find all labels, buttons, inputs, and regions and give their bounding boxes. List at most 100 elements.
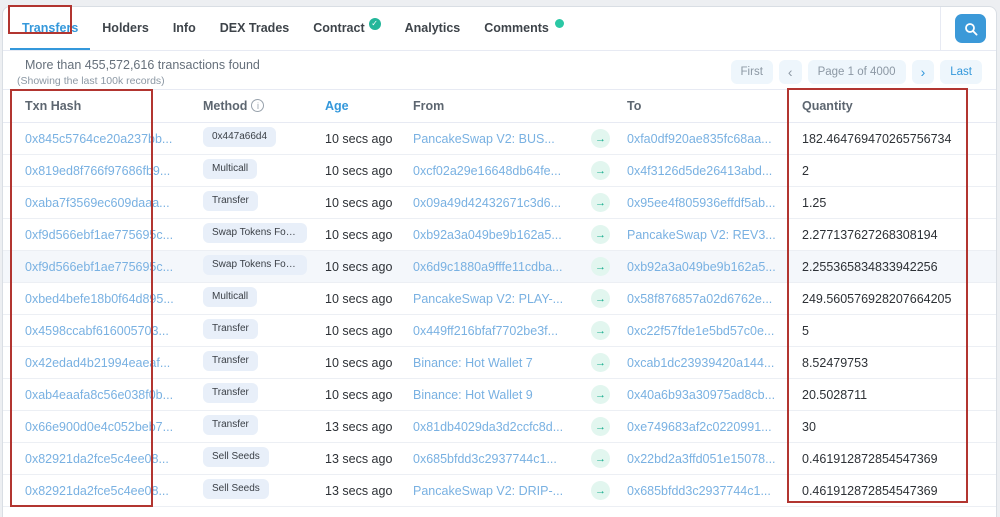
tab-transfers[interactable]: Transfers <box>10 7 90 50</box>
quantity-value: 1.25 <box>789 187 996 219</box>
age-value: 10 secs ago <box>315 379 403 411</box>
to-address-link[interactable]: 0x95ee4f805936effdf5ab... <box>627 196 776 210</box>
last-page-button[interactable]: Last <box>940 60 982 84</box>
verified-check-icon: ✓ <box>369 18 381 30</box>
method-badge: 0x447a66d4 <box>203 127 276 147</box>
toolbar: More than 455,572,616 transactions found… <box>3 51 996 89</box>
transfers-table: Txn Hash Methodi Age From To Quantity 0x… <box>3 89 996 507</box>
txn-hash-link[interactable]: 0x66e900d0e4c052beb7... <box>25 420 173 434</box>
from-address-link[interactable]: 0x449ff216bfaf7702be3f... <box>413 324 558 338</box>
pagination: First ‹ Page 1 of 4000 › Last <box>731 60 982 84</box>
tab-comments[interactable]: Comments <box>472 7 576 50</box>
quantity-value: 0.461912872854547369 <box>789 443 996 475</box>
from-address-link[interactable]: PancakeSwap V2: BUS... <box>413 132 555 146</box>
tab-contract[interactable]: Contract ✓ <box>301 7 392 50</box>
transfer-direction-icon: → <box>591 353 610 372</box>
transfer-direction-icon: → <box>591 417 610 436</box>
unread-indicator-dot <box>555 19 564 28</box>
table-row: 0x82921da2fce5c4ee08... Sell Seeds 13 se… <box>3 443 996 475</box>
quantity-value: 30 <box>789 411 996 443</box>
method-badge: Sell Seeds <box>203 479 269 499</box>
from-address-link[interactable]: Binance: Hot Wallet 7 <box>413 356 533 370</box>
from-address-link[interactable]: 0x81db4029da3d2ccfc8d... <box>413 420 563 434</box>
method-badge: Transfer <box>203 351 258 371</box>
quantity-value: 2.277137627268308194 <box>789 219 996 251</box>
age-value: 10 secs ago <box>315 155 403 187</box>
from-address-link[interactable]: 0xb92a3a049be9b162a5... <box>413 228 562 242</box>
quantity-value: 20.5028711 <box>789 379 996 411</box>
to-address-link[interactable]: 0xe749683af2c0220991... <box>627 420 772 434</box>
from-address-link[interactable]: Binance: Hot Wallet 9 <box>413 388 533 402</box>
txn-hash-link[interactable]: 0xaba7f3569ec609daaa... <box>25 196 170 210</box>
search-button[interactable] <box>955 14 986 43</box>
transfer-direction-icon: → <box>591 449 610 468</box>
search-zone <box>940 7 996 50</box>
txn-hash-link[interactable]: 0x82921da2fce5c4ee08... <box>25 452 169 466</box>
txn-hash-link[interactable]: 0x82921da2fce5c4ee08... <box>25 484 169 498</box>
to-address-link[interactable]: 0x685bfdd3c2937744c1... <box>627 484 771 498</box>
age-value: 10 secs ago <box>315 315 403 347</box>
header-from: From <box>403 90 581 123</box>
from-address-link[interactable]: 0xcf02a29e16648db64fe... <box>413 164 561 178</box>
table-row: 0x82921da2fce5c4ee08... Sell Seeds 13 se… <box>3 475 996 507</box>
to-address-link[interactable]: PancakeSwap V2: REV3... <box>627 228 776 242</box>
prev-page-button[interactable]: ‹ <box>779 60 802 84</box>
header-arrow-spacer <box>581 90 617 123</box>
txn-hash-link[interactable]: 0x845c5764ce20a237bb... <box>25 132 172 146</box>
age-sort-link[interactable]: Age <box>325 99 349 113</box>
from-address-link[interactable]: 0x09a49d42432671c3d6... <box>413 196 561 210</box>
age-value: 10 secs ago <box>315 219 403 251</box>
method-badge: Multicall <box>203 159 257 179</box>
header-age: Age <box>315 90 403 123</box>
info-icon[interactable]: i <box>251 99 264 112</box>
from-address-link[interactable]: 0x6d9c1880a9fffe11cdba... <box>413 260 562 274</box>
txn-hash-link[interactable]: 0x819ed8f766f97686fb9... <box>25 164 170 178</box>
page-indicator: Page 1 of 4000 <box>808 60 906 84</box>
tab-analytics[interactable]: Analytics <box>393 7 473 50</box>
txn-hash-link[interactable]: 0xab4eaafa8c56e038f0b... <box>25 388 173 402</box>
table-row: 0xf9d566ebf1ae775695c... Swap Tokens For… <box>3 219 996 251</box>
age-value: 10 secs ago <box>315 347 403 379</box>
txn-hash-link[interactable]: 0xf9d566ebf1ae775695c... <box>25 260 173 274</box>
age-value: 13 secs ago <box>315 411 403 443</box>
to-address-link[interactable]: 0x40a6b93a30975ad8cb... <box>627 388 775 402</box>
header-txn-hash: Txn Hash <box>3 90 193 123</box>
to-address-link[interactable]: 0x58f876857a02d6762e... <box>627 292 772 306</box>
txn-hash-link[interactable]: 0xf9d566ebf1ae775695c... <box>25 228 173 242</box>
tab-holders[interactable]: Holders <box>90 7 161 50</box>
next-page-button[interactable]: › <box>912 60 935 84</box>
to-address-link[interactable]: 0xb92a3a049be9b162a5... <box>627 260 776 274</box>
search-icon <box>964 22 978 36</box>
txn-hash-link[interactable]: 0xbed4befe18b0f64d895... <box>25 292 174 306</box>
to-address-link[interactable]: 0xfa0df920ae835fc68aa... <box>627 132 772 146</box>
from-address-link[interactable]: 0x685bfdd3c2937744c1... <box>413 452 557 466</box>
tab-dex-trades[interactable]: DEX Trades <box>208 7 301 50</box>
method-badge: Sell Seeds <box>203 447 269 467</box>
method-badge: Swap Tokens For ... <box>203 255 307 275</box>
from-address-link[interactable]: PancakeSwap V2: PLAY-... <box>413 292 563 306</box>
to-address-link[interactable]: 0xc22f57fde1e5bd57c0e... <box>627 324 774 338</box>
table-header-row: Txn Hash Methodi Age From To Quantity <box>3 90 996 123</box>
table-row: 0x845c5764ce20a237bb... 0x447a66d4 10 se… <box>3 123 996 155</box>
txn-hash-link[interactable]: 0x42edad4b21994eaeaf... <box>25 356 170 370</box>
results-summary: More than 455,572,616 transactions found… <box>17 58 260 87</box>
to-address-link[interactable]: 0x4f3126d5de26413abd... <box>627 164 772 178</box>
to-address-link[interactable]: 0x22bd2a3ffd051e15078... <box>627 452 776 466</box>
first-page-button[interactable]: First <box>731 60 773 84</box>
age-value: 10 secs ago <box>315 187 403 219</box>
txn-hash-link[interactable]: 0x4598ccabf616005703... <box>25 324 169 338</box>
to-address-link[interactable]: 0xcab1dc23939420a144... <box>627 356 774 370</box>
age-value: 10 secs ago <box>315 283 403 315</box>
from-address-link[interactable]: PancakeSwap V2: DRIP-... <box>413 484 563 498</box>
table-body: 0x845c5764ce20a237bb... 0x447a66d4 10 se… <box>3 123 996 507</box>
transfer-direction-icon: → <box>591 385 610 404</box>
results-count-text: More than 455,572,616 transactions found <box>17 58 260 72</box>
table-row: 0x819ed8f766f97686fb9... Multicall 10 se… <box>3 155 996 187</box>
transfer-direction-icon: → <box>591 321 610 340</box>
header-method: Methodi <box>193 90 315 123</box>
table-row: 0xab4eaafa8c56e038f0b... Transfer 10 sec… <box>3 379 996 411</box>
table-row: 0xf9d566ebf1ae775695c... Swap Tokens For… <box>3 251 996 283</box>
table-row: 0x42edad4b21994eaeaf... Transfer 10 secs… <box>3 347 996 379</box>
transfer-direction-icon: → <box>591 481 610 500</box>
tab-info[interactable]: Info <box>161 7 208 50</box>
